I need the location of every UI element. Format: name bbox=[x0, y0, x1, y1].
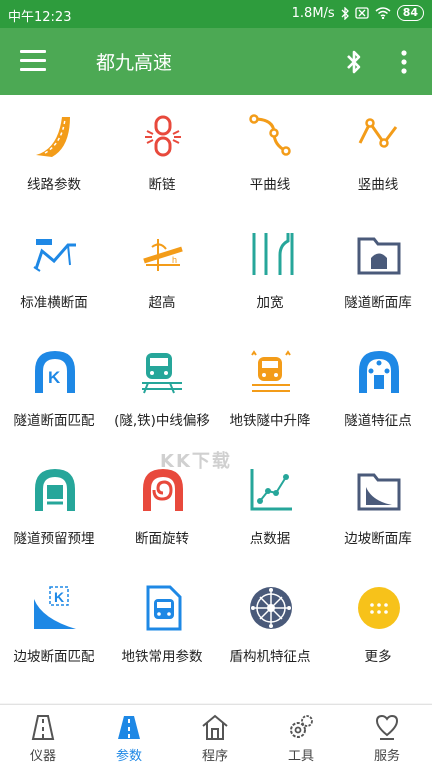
more-vert-icon[interactable] bbox=[398, 49, 410, 75]
menu-icon[interactable] bbox=[20, 50, 46, 72]
status-time: 中午12:23 bbox=[8, 10, 72, 25]
grid-item-point-data[interactable]: 点数据 bbox=[216, 449, 324, 559]
bottom-tab-bar: 仪器 参数 程序 工具 服务 bbox=[0, 704, 432, 769]
grid-item-label: 加宽 bbox=[256, 295, 284, 311]
grid-item-more[interactable]: 更多 bbox=[324, 567, 432, 677]
grid-item-slope-section-lib[interactable]: 边坡断面库 bbox=[324, 449, 432, 559]
vertical-curve-icon bbox=[358, 118, 398, 148]
svg-text:K: K bbox=[48, 368, 61, 387]
svg-text:K: K bbox=[54, 589, 64, 605]
tab-service[interactable]: 服务 bbox=[344, 705, 430, 769]
grid-item-label: 隧道断面库 bbox=[344, 295, 412, 311]
app-title: 都九高速 bbox=[96, 52, 173, 74]
grid-item-label: 隧道断面匹配 bbox=[13, 413, 95, 429]
tunnel-feature-icon bbox=[359, 351, 399, 393]
params-icon bbox=[118, 716, 140, 739]
home-program-icon bbox=[202, 714, 228, 740]
grid-item-label: 边坡断面匹配 bbox=[13, 649, 95, 665]
grid-item-vertical-curve[interactable]: 竖曲线 bbox=[324, 95, 432, 205]
grid-item-label: 标准横断面 bbox=[20, 295, 88, 311]
slope-match-icon: K bbox=[34, 586, 76, 629]
tunnel-folder-icon bbox=[357, 237, 401, 275]
grid-item-label: 竖曲线 bbox=[357, 177, 399, 193]
more-dots-icon bbox=[358, 587, 400, 629]
sim-off-icon bbox=[355, 7, 369, 19]
grid-item-widening[interactable]: 加宽 bbox=[216, 213, 324, 323]
status-icons: 1.8M/s 84 bbox=[292, 5, 424, 21]
status-bar: 中午12:23 1.8M/s 84 bbox=[0, 0, 432, 28]
svg-text:h: h bbox=[172, 255, 177, 265]
metro-doc-icon bbox=[146, 585, 182, 631]
grid-item-tunnel-section-match[interactable]: K 隧道断面匹配 bbox=[0, 331, 108, 441]
tab-label: 程序 bbox=[201, 749, 228, 764]
tab-label: 仪器 bbox=[29, 749, 56, 764]
battery-indicator: 84 bbox=[396, 5, 424, 21]
grid-item-shield-machine[interactable]: 盾构机特征点 bbox=[216, 567, 324, 677]
road-curve-icon bbox=[36, 117, 70, 157]
grid-item-label: 平曲线 bbox=[249, 177, 291, 193]
service-heart-icon bbox=[375, 714, 399, 740]
grid-item-label: 隧道特征点 bbox=[344, 413, 412, 429]
shield-machine-icon bbox=[250, 587, 292, 629]
tab-label: 工具 bbox=[287, 749, 314, 764]
wifi-icon bbox=[375, 7, 391, 19]
grid-item-tunnel-section-lib[interactable]: 隧道断面库 bbox=[324, 213, 432, 323]
tab-program[interactable]: 程序 bbox=[172, 705, 258, 769]
tab-instrument[interactable]: 仪器 bbox=[0, 705, 86, 769]
grid-item-superelevation[interactable]: h 超高 bbox=[108, 213, 216, 323]
grid-item-broken-chain[interactable]: 断链 bbox=[108, 95, 216, 205]
grid-item-label: 点数据 bbox=[249, 531, 291, 547]
grid-item-tunnel-reserve[interactable]: 隧道预留预埋 bbox=[0, 449, 108, 559]
grid-item-label: 边坡断面库 bbox=[344, 531, 412, 547]
bluetooth-icon[interactable] bbox=[344, 48, 364, 76]
instrument-icon bbox=[31, 715, 55, 740]
grid-item-metro-lift[interactable]: 地铁隧中升降 bbox=[216, 331, 324, 441]
function-grid: 线路参数 断链 平曲线 竖曲线 标准横断面 h 超高 加宽 隧道断面库 K 隧道… bbox=[0, 95, 432, 703]
grid-item-label: 隧道预留预埋 bbox=[13, 531, 95, 547]
tab-tools[interactable]: 工具 bbox=[258, 705, 344, 769]
metro-lift-icon bbox=[251, 350, 291, 392]
broken-chain-icon bbox=[145, 115, 181, 157]
grid-item-tunnel-feature[interactable]: 隧道特征点 bbox=[324, 331, 432, 441]
grid-item-label: 断链 bbox=[148, 177, 176, 193]
network-speed: 1.8M/s bbox=[291, 5, 335, 21]
section-rotate-icon bbox=[143, 469, 183, 511]
bluetooth-small-icon bbox=[341, 6, 349, 20]
cross-section-icon bbox=[33, 239, 76, 272]
grid-item-slope-section-match[interactable]: K 边坡断面匹配 bbox=[0, 567, 108, 677]
grid-item-centerline-offset[interactable]: (隧,铁)中线偏移 bbox=[108, 331, 216, 441]
tab-params[interactable]: 参数 bbox=[86, 705, 172, 769]
point-data-icon bbox=[250, 469, 292, 511]
grid-item-standard-cross-section[interactable]: 标准横断面 bbox=[0, 213, 108, 323]
horizontal-curve-icon bbox=[249, 114, 291, 156]
tunnel-reserve-icon bbox=[35, 469, 75, 511]
watermark: KK下载 bbox=[160, 451, 232, 472]
app-bar: 都九高速 bbox=[0, 28, 432, 95]
train-offset-icon bbox=[142, 353, 182, 394]
grid-item-label: 地铁隧中升降 bbox=[229, 413, 311, 429]
slope-folder-icon bbox=[357, 473, 401, 511]
grid-item-label: 断面旋转 bbox=[135, 531, 189, 547]
grid-item-label: 超高 bbox=[148, 295, 176, 311]
grid-item-label: 线路参数 bbox=[27, 177, 81, 193]
superelevation-icon: h bbox=[143, 239, 183, 271]
grid-item-label: 盾构机特征点 bbox=[229, 649, 311, 665]
widening-icon bbox=[252, 233, 294, 275]
grid-item-route-params[interactable]: 线路参数 bbox=[0, 95, 108, 205]
grid-item-label: (隧,铁)中线偏移 bbox=[114, 413, 210, 429]
grid-item-horizontal-curve[interactable]: 平曲线 bbox=[216, 95, 324, 205]
grid-item-label: 地铁常用参数 bbox=[121, 649, 203, 665]
tab-label: 服务 bbox=[373, 749, 400, 764]
tab-label: 参数 bbox=[115, 749, 142, 764]
tools-gear-icon bbox=[290, 715, 313, 738]
grid-item-label: 更多 bbox=[364, 649, 392, 665]
grid-item-metro-params[interactable]: 地铁常用参数 bbox=[108, 567, 216, 677]
tunnel-match-icon: K bbox=[35, 351, 75, 393]
